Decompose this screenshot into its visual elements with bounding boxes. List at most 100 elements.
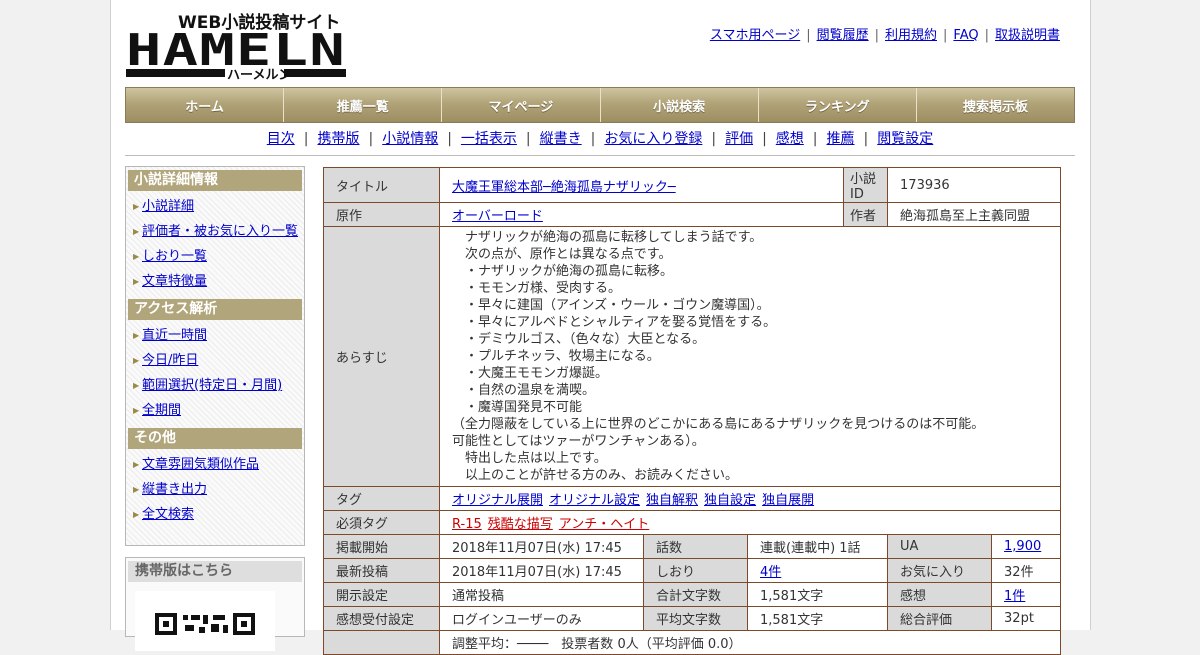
required-tag-link[interactable]: R-15 <box>452 517 482 532</box>
stat-value-cell: 1,900 <box>991 534 1062 559</box>
sidebar-item[interactable]: ▶ 評価者・被お気に入り一覧 <box>128 219 302 244</box>
nav-novel-search[interactable]: 小説検索 <box>600 88 759 122</box>
triangle-bullet-icon: ▶ <box>133 356 140 365</box>
sidebar-item[interactable]: ▶ 今日/昨日 <box>128 348 302 373</box>
sidebar-item[interactable]: ▶ 範囲選択(特定日・月間) <box>128 373 302 398</box>
sidebar-item[interactable]: ▶ 縦書き出力 <box>128 477 302 502</box>
sidebar-link-similar[interactable]: 文章雰囲気類似作品 <box>142 457 259 472</box>
rating-label <box>323 630 440 655</box>
nav-ranking[interactable]: ランキング <box>758 88 917 122</box>
sidebar-link-all-time[interactable]: 全期間 <box>142 403 181 418</box>
subnav-review[interactable]: 感想 <box>776 131 804 147</box>
table-row: あらすじ ナザリックが絶海の孤島に転移してしまう話です。 次の点が、原作とは異な… <box>323 226 1062 487</box>
table-row: 開示設定 通常投稿 合計文字数 1,581文字 感想 1件 <box>323 582 1062 607</box>
tag-link[interactable]: オリジナル展開 <box>452 493 543 508</box>
sidebar-link-fulltext-search[interactable]: 全文検索 <box>142 507 194 522</box>
sidebar-item[interactable]: ▶ 文章特徴量 <box>128 269 302 294</box>
table-row: 感想受付設定 ログインユーザーのみ 平均文字数 1,581文字 総合評価 32p… <box>323 606 1062 631</box>
required-tags-cell: R-15 残酷な描写 アンチ・ヘイト <box>438 510 1062 535</box>
table-row: 必須タグ R-15 残酷な描写 アンチ・ヘイト <box>323 510 1062 535</box>
separator: | <box>303 131 309 147</box>
top-link-smartphone[interactable]: スマホ用ページ <box>710 28 800 43</box>
sidebar-link-range[interactable]: 範囲選択(特定日・月間) <box>142 378 282 393</box>
triangle-bullet-icon: ▶ <box>133 406 140 415</box>
subnav-mobile[interactable]: 携帯版 <box>317 131 359 147</box>
triangle-bullet-icon: ▶ <box>133 485 140 494</box>
synopsis-line: ・プルチネッラ、牧場主になる。 <box>452 349 660 364</box>
sidebar-link-novel-detail[interactable]: 小説詳細 <box>142 199 194 214</box>
stat-value: 2018年11月07日(水) 17:45 <box>439 558 644 583</box>
top-link-terms[interactable]: 利用規約 <box>885 28 937 43</box>
synopsis-line: ・モモンガ様、受肉する。 <box>452 281 622 296</box>
nav-search-board[interactable]: 捜索掲示板 <box>916 88 1075 122</box>
subnav-toc[interactable]: 目次 <box>267 131 295 147</box>
original-cell: オーバーロード <box>438 202 845 227</box>
title-link[interactable]: 大魔王軍総本部─絶海孤島ナザリック─ <box>452 180 676 195</box>
stat-label: 開示設定 <box>323 582 440 607</box>
sidebar-link-bookmarks[interactable]: しおり一覧 <box>142 249 207 264</box>
triangle-bullet-icon: ▶ <box>133 331 140 340</box>
stat-label: 総合評価 <box>887 606 993 631</box>
sidebar-link-last-hour[interactable]: 直近一時間 <box>142 328 207 343</box>
required-tag-link[interactable]: 残酷な描写 <box>488 517 553 532</box>
synopsis-line: （全力隠蔽をしている上に世界のどこかにある島にあるナザリックを見つけるのは不可能… <box>452 417 985 432</box>
sidebar-item[interactable]: ▶ 全文検索 <box>128 502 302 527</box>
subnav-novel-info[interactable]: 小説情報 <box>382 131 438 147</box>
sidebar-item[interactable]: ▶ 全期間 <box>128 398 302 423</box>
tag-link[interactable]: 独自展開 <box>762 493 814 508</box>
sidebar-item[interactable]: ▶ しおり一覧 <box>128 244 302 269</box>
sidebar-link-today-yesterday[interactable]: 今日/昨日 <box>142 353 198 368</box>
subnav-vertical[interactable]: 縦書き <box>540 131 582 147</box>
separator: | <box>447 131 452 147</box>
stat-value-cell: 4件 <box>746 558 889 583</box>
sidebar-link-vertical-output[interactable]: 縦書き出力 <box>142 482 207 497</box>
stat-label: 話数 <box>643 534 748 559</box>
title-label: タイトル <box>323 167 440 203</box>
subnav-view-settings[interactable]: 閲覧設定 <box>877 131 933 147</box>
separator: | <box>525 131 531 147</box>
qr-code-icon[interactable] <box>135 591 275 651</box>
ua-link[interactable]: 1,900 <box>1004 539 1041 554</box>
original-link[interactable]: オーバーロード <box>452 209 543 224</box>
tag-link[interactable]: オリジナル設定 <box>549 493 640 508</box>
top-link-manual[interactable]: 取扱説明書 <box>995 28 1060 43</box>
synopsis-label: あらすじ <box>323 226 440 487</box>
synopsis-line: 特出した点は以上です。 <box>452 451 607 466</box>
hameln-logo[interactable]: WEB小説投稿サイト HAMELN ハーメルン <box>126 9 348 81</box>
required-tag-link[interactable]: アンチ・ヘイト <box>559 517 649 532</box>
novel-subnav: 目次 | 携帯版 | 小説情報 | 一括表示 | 縦書き | お気に入り登録 | 評価 | 感想 | 推薦 | 閲覧… <box>125 126 1075 156</box>
table-row: タイトル 大魔王軍総本部─絶海孤島ナザリック─ 小説ID 173936 <box>323 167 1062 203</box>
separator: | <box>874 28 879 43</box>
sidebar-item[interactable]: ▶ 直近一時間 <box>128 323 302 348</box>
bookmark-count-link[interactable]: 4件 <box>760 565 781 580</box>
nav-recommend-list[interactable]: 推薦一覧 <box>284 88 443 122</box>
nav-mypage[interactable]: マイページ <box>442 88 601 122</box>
top-link-faq[interactable]: FAQ <box>953 28 978 43</box>
subnav-rating[interactable]: 評価 <box>725 131 753 147</box>
tag-link[interactable]: 独自設定 <box>704 493 756 508</box>
nav-home[interactable]: ホーム <box>126 88 285 122</box>
stat-label: しおり <box>643 558 748 583</box>
sidebar-link-text-features[interactable]: 文章特徴量 <box>142 274 207 289</box>
separator: | <box>806 28 811 43</box>
logo-bar-right <box>284 69 346 77</box>
separator: | <box>368 131 374 147</box>
review-count-link[interactable]: 1件 <box>1004 589 1025 604</box>
sidebar-item[interactable]: ▶ 小説詳細 <box>128 194 302 219</box>
author-label: 作者 <box>843 202 889 227</box>
triangle-bullet-icon: ▶ <box>133 381 140 390</box>
stat-label: 感想 <box>887 582 993 607</box>
sidebar-item[interactable]: ▶ 文章雰囲気類似作品 <box>128 452 302 477</box>
triangle-bullet-icon: ▶ <box>133 252 140 261</box>
subnav-show-all[interactable]: 一括表示 <box>461 131 517 147</box>
stat-label: 合計文字数 <box>643 582 748 607</box>
sidebar-heading-details: 小説詳細情報 <box>128 170 302 191</box>
top-link-history[interactable]: 閲覧履歴 <box>817 28 869 43</box>
tag-link[interactable]: 独自解釈 <box>646 493 698 508</box>
triangle-bullet-icon: ▶ <box>133 202 140 211</box>
subnav-favorite[interactable]: お気に入り登録 <box>604 131 702 147</box>
sidebar-link-raters[interactable]: 評価者・被お気に入り一覧 <box>142 224 298 239</box>
subnav-recommend[interactable]: 推薦 <box>827 131 855 147</box>
tags-label: タグ <box>323 486 440 511</box>
triangle-bullet-icon: ▶ <box>133 460 140 469</box>
